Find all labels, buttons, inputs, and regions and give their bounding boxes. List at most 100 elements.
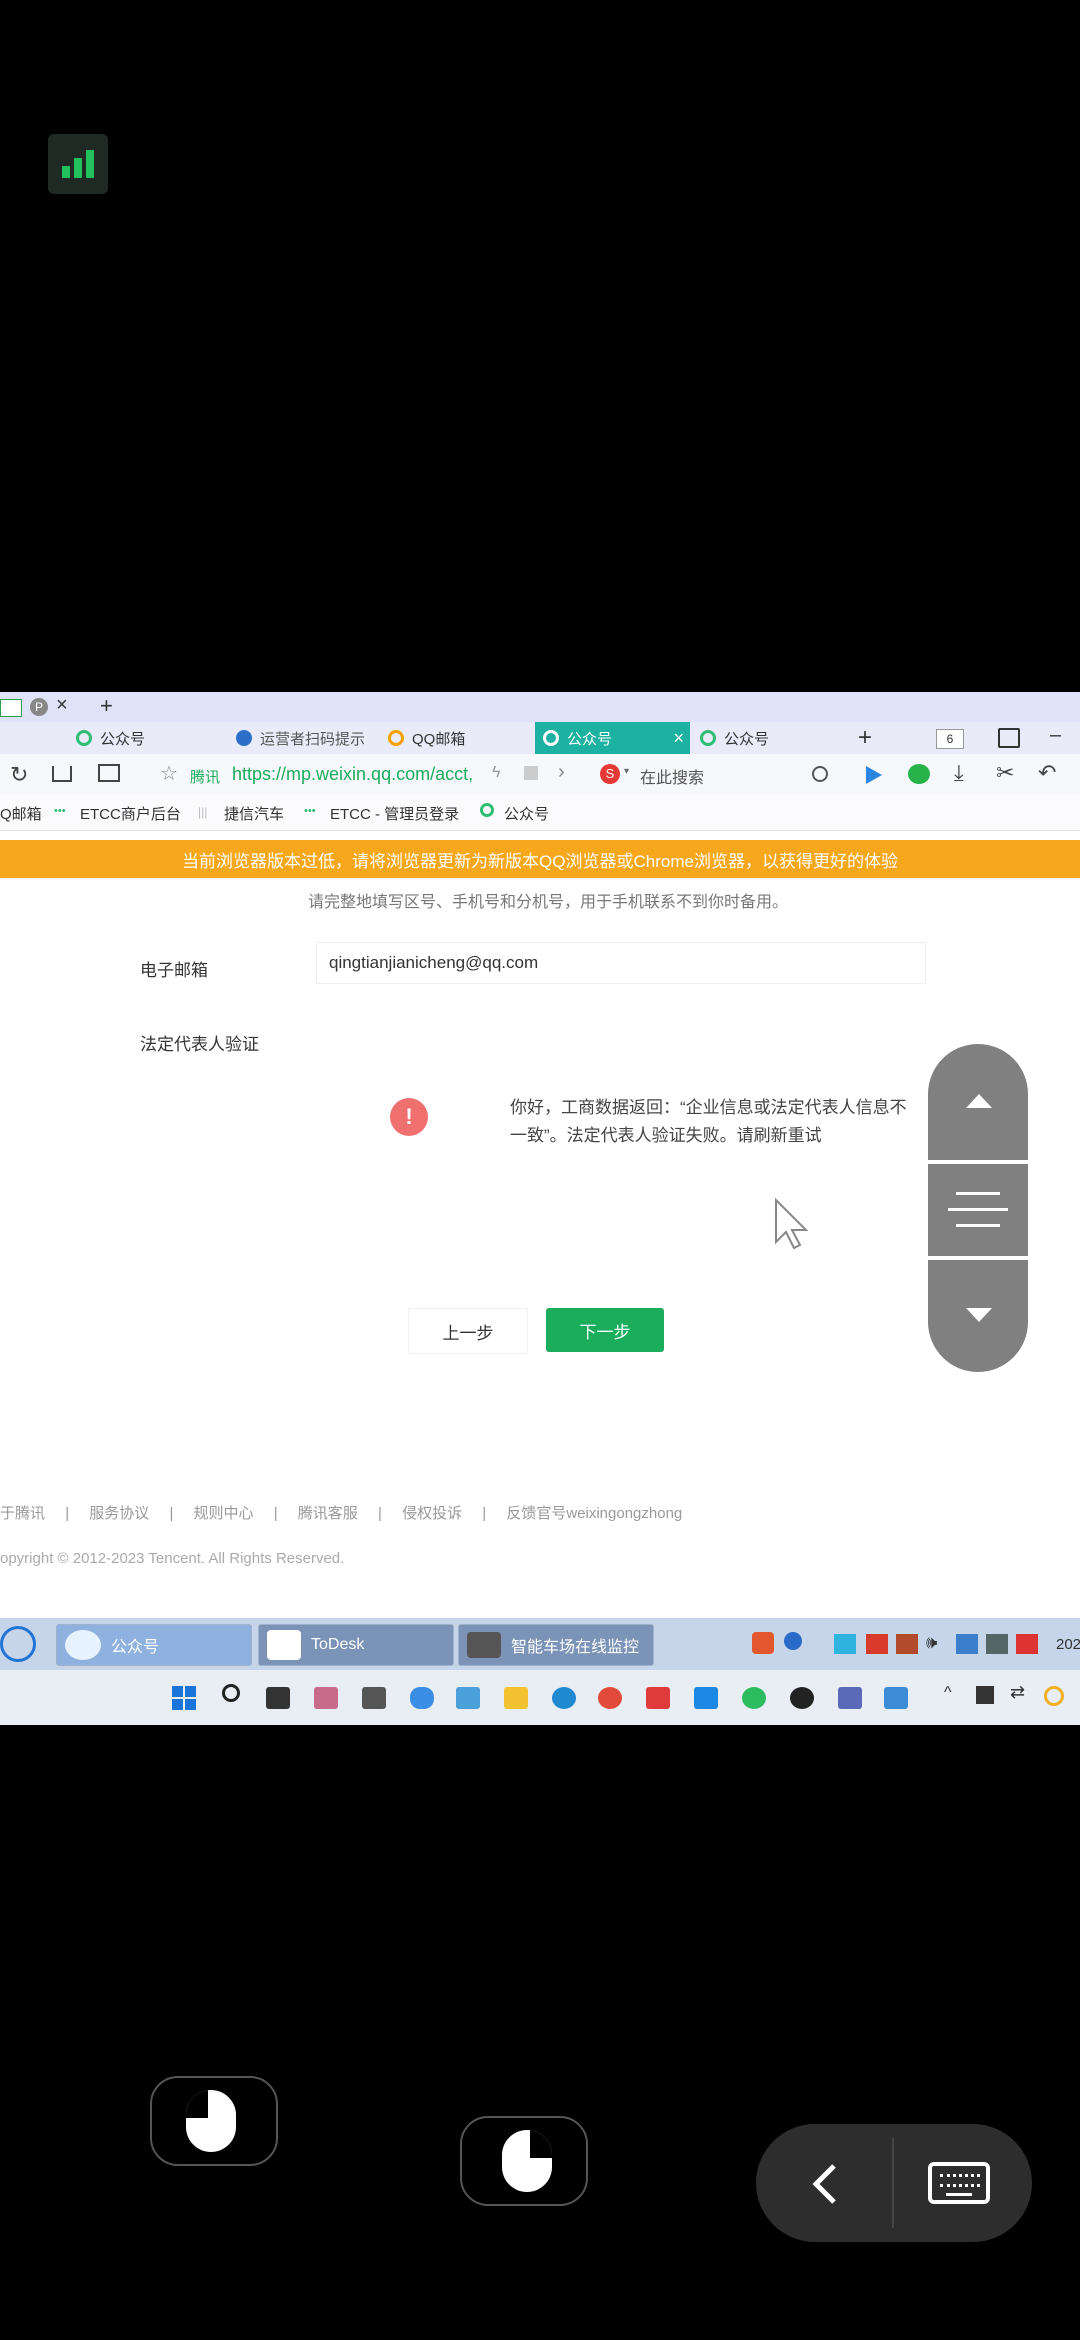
refresh-icon[interactable]: ↻ — [10, 762, 28, 788]
volume-icon[interactable]: 🕪 — [926, 1632, 937, 1653]
page-tool-icon[interactable] — [524, 766, 538, 780]
keyboard-button[interactable] — [894, 2124, 1032, 2242]
tray-app-icon[interactable] — [834, 1634, 856, 1654]
scroll-down-button[interactable] — [928, 1260, 1028, 1372]
todesk-icon[interactable] — [694, 1687, 718, 1709]
taskbar-app-todesk[interactable]: ToDesk — [258, 1624, 454, 1666]
tab-count-badge[interactable]: 6 — [936, 729, 964, 749]
footer-link-support[interactable]: 腾讯客服 — [298, 1505, 358, 1522]
right-click-mouse-button[interactable] — [460, 2116, 588, 2206]
private-mode-icon[interactable]: P — [30, 698, 48, 716]
star-icon[interactable]: ☆ — [160, 761, 178, 786]
chrome-icon[interactable] — [598, 1687, 622, 1709]
wechat-icon[interactable] — [742, 1687, 766, 1709]
scissors-icon[interactable]: ✂ — [996, 760, 1014, 786]
address-bar: ↻ ☆ 腾讯 https://mp.weixin.qq.com/acct, ϟ … — [0, 754, 1080, 795]
navigation-control-bar — [756, 2124, 1032, 2242]
cloud-icon[interactable] — [410, 1687, 434, 1709]
chevron-down-icon[interactable]: ▾ — [624, 766, 629, 777]
url-input[interactable]: https://mp.weixin.qq.com/acct, — [232, 764, 473, 785]
footer-links: 于腾讯 | 服务协议 | 规则中心 | 腾讯客服 | 侵权投诉 | 反馈官号we… — [0, 1505, 683, 1522]
back-button[interactable] — [756, 2124, 892, 2242]
email-field[interactable]: qingtianjianicheng@qq.com — [316, 942, 926, 984]
browser-top-strip: P × + — [0, 692, 1080, 722]
verification-error-message: 你好，工商数据返回：“企业信息或法定代表人信息不 一致”。法定代表人验证失败。请… — [510, 1098, 907, 1145]
pdf-app-icon[interactable] — [646, 1687, 670, 1709]
bookmark-dots-icon: ••• — [54, 805, 66, 817]
search-icon[interactable] — [222, 1684, 240, 1702]
prev-step-button[interactable]: 上一步 — [408, 1308, 528, 1354]
tab-public-account-active[interactable]: 公众号 × — [535, 722, 690, 754]
user-app-icon[interactable] — [838, 1687, 862, 1709]
footer-link-feedback[interactable]: 反馈官号weixingongzhong — [506, 1505, 682, 1522]
transfer-icon[interactable]: ⇄ — [1010, 1682, 1025, 1703]
tab-public-account-1[interactable]: 公众号 — [68, 722, 228, 754]
lightning-icon[interactable]: ϟ — [492, 764, 500, 782]
footer-link-about[interactable]: 于腾讯 — [0, 1505, 45, 1522]
bookmark-etcc-merchant[interactable]: ETCC商户后台 — [80, 803, 181, 824]
tab-public-account-2[interactable]: 公众号 — [692, 722, 842, 754]
search-input[interactable]: 在此搜索 — [640, 764, 704, 788]
tray-app-icon[interactable] — [866, 1634, 888, 1654]
skin-icon[interactable] — [998, 728, 1020, 748]
help-icon[interactable] — [784, 1632, 802, 1650]
chevron-up-icon[interactable]: ^ — [944, 1684, 952, 1702]
left-click-mouse-button[interactable] — [150, 2076, 278, 2166]
footer-link-terms[interactable]: 服务协议 — [89, 1505, 149, 1522]
network-icon[interactable] — [986, 1634, 1008, 1654]
taskbar-app-parking-monitor[interactable]: 智能车场在线监控 — [458, 1624, 654, 1666]
tray-app-icon[interactable] — [896, 1634, 918, 1654]
taskbar-app-public-account[interactable]: 公众号 — [56, 1624, 252, 1666]
arrow-down-icon — [966, 1308, 992, 1322]
sync-icon[interactable] — [1044, 1686, 1064, 1706]
tab-close-icon[interactable]: × — [673, 728, 684, 749]
sogou-ime-icon[interactable] — [752, 1632, 774, 1654]
mail-app-icon[interactable] — [362, 1687, 386, 1709]
hd-icon — [0, 699, 22, 717]
home-icon[interactable] — [52, 766, 72, 782]
tray-app-icon[interactable] — [1016, 1634, 1038, 1654]
tab-qq-mail[interactable]: QQ邮箱 — [380, 722, 535, 754]
bookmark-jiexin-auto[interactable]: 捷信汽车 — [224, 803, 284, 824]
chevron-right-icon[interactable]: › — [558, 761, 565, 784]
wechat-mp-icon — [543, 730, 559, 746]
bookmark-etcc-admin[interactable]: ETCC - 管理员登录 — [330, 803, 459, 824]
notes-app-icon[interactable] — [884, 1687, 908, 1709]
snipping-tool-icon[interactable] — [314, 1687, 338, 1709]
new-tab-plus-icon[interactable]: + — [858, 724, 872, 752]
scroll-menu-button[interactable] — [928, 1164, 1028, 1256]
game-app-icon[interactable] — [790, 1687, 814, 1709]
close-icon[interactable]: × — [56, 694, 68, 717]
footer-link-infringement[interactable]: 侵权投诉 — [402, 1505, 462, 1522]
chevron-left-icon — [812, 2164, 836, 2204]
scroll-up-button[interactable] — [928, 1044, 1028, 1160]
download-icon[interactable]: ⤓ — [954, 760, 964, 786]
outdated-browser-banner: 当前浏览器版本过低，请将浏览器更新为新版本QQ浏览器或Chrome浏览器，以获得… — [0, 840, 1080, 878]
footer-link-rules[interactable]: 规则中心 — [194, 1505, 254, 1522]
phone-hint-text: 请完整地填写区号、手机号和分机号，用于手机联系不到你时备用。 — [308, 894, 789, 911]
legal-rep-verify-label: 法定代表人验证 — [140, 1035, 259, 1054]
email-label: 电子邮箱 — [140, 961, 208, 980]
ie-icon[interactable] — [0, 1626, 36, 1662]
wechat-icon[interactable] — [908, 764, 930, 784]
task-view-icon[interactable] — [266, 1687, 290, 1709]
reader-icon[interactable] — [98, 764, 120, 782]
tab-operator-scan[interactable]: 运营者扫码提示 — [228, 722, 378, 754]
minimize-icon[interactable]: – — [1050, 724, 1061, 747]
chart-icon[interactable] — [976, 1686, 994, 1704]
next-step-button[interactable]: 下一步 — [546, 1308, 664, 1352]
remote-desktop-screen[interactable]: P × + 公众号 运营者扫码提示 QQ邮箱 公众号 × 公众号 + 6 – ↻… — [0, 692, 1080, 1725]
undo-icon[interactable]: ↶ — [1038, 760, 1056, 786]
site-verified-label: 腾讯 — [190, 769, 221, 786]
search-icon[interactable] — [812, 766, 828, 782]
tray-app-icon[interactable] — [956, 1634, 978, 1654]
sogou-search-icon[interactable]: S — [600, 764, 620, 784]
file-explorer-icon[interactable] — [504, 1687, 528, 1709]
windows-start-icon[interactable] — [172, 1686, 196, 1710]
remote-app-icon[interactable] — [456, 1687, 480, 1709]
video-play-icon[interactable] — [866, 766, 882, 784]
bookmark-public-account[interactable]: 公众号 — [504, 803, 549, 824]
bookmark-qq-mail[interactable]: Q邮箱 — [0, 803, 42, 824]
new-window-plus-icon[interactable]: + — [100, 693, 113, 719]
edge-icon[interactable] — [552, 1687, 576, 1709]
